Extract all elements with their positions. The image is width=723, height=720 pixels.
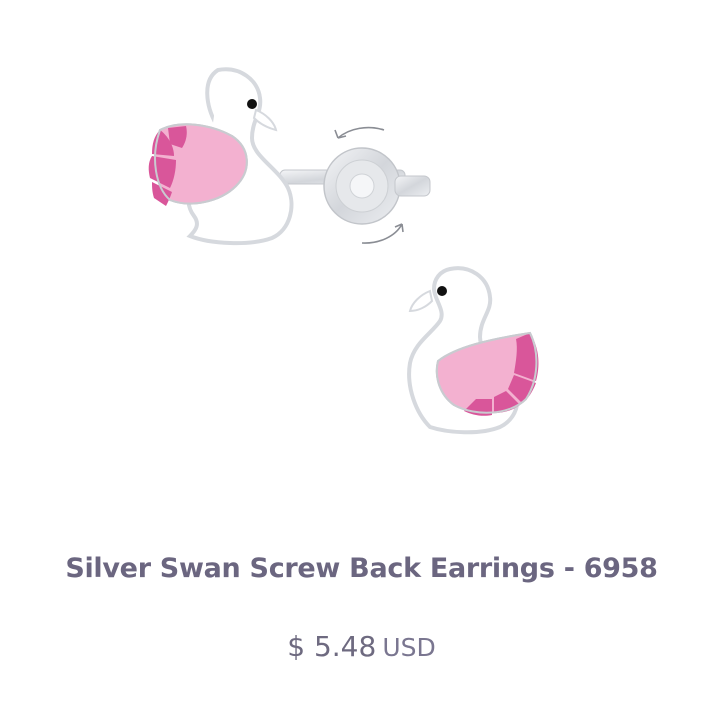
product-image[interactable] bbox=[140, 58, 580, 458]
price-amount: $ 5.48 bbox=[287, 630, 377, 663]
product-title[interactable]: Silver Swan Screw Back Earrings - 6958 bbox=[0, 553, 723, 584]
product-card[interactable]: Silver Swan Screw Back Earrings - 6958 $… bbox=[0, 0, 723, 720]
price-currency: USD bbox=[382, 633, 436, 662]
earring-side-view bbox=[148, 67, 431, 246]
earring-front-view bbox=[407, 266, 539, 435]
screw-back bbox=[323, 147, 431, 225]
product-price: $ 5.48 USD bbox=[0, 630, 723, 663]
swan-earrings-image bbox=[148, 67, 539, 435]
